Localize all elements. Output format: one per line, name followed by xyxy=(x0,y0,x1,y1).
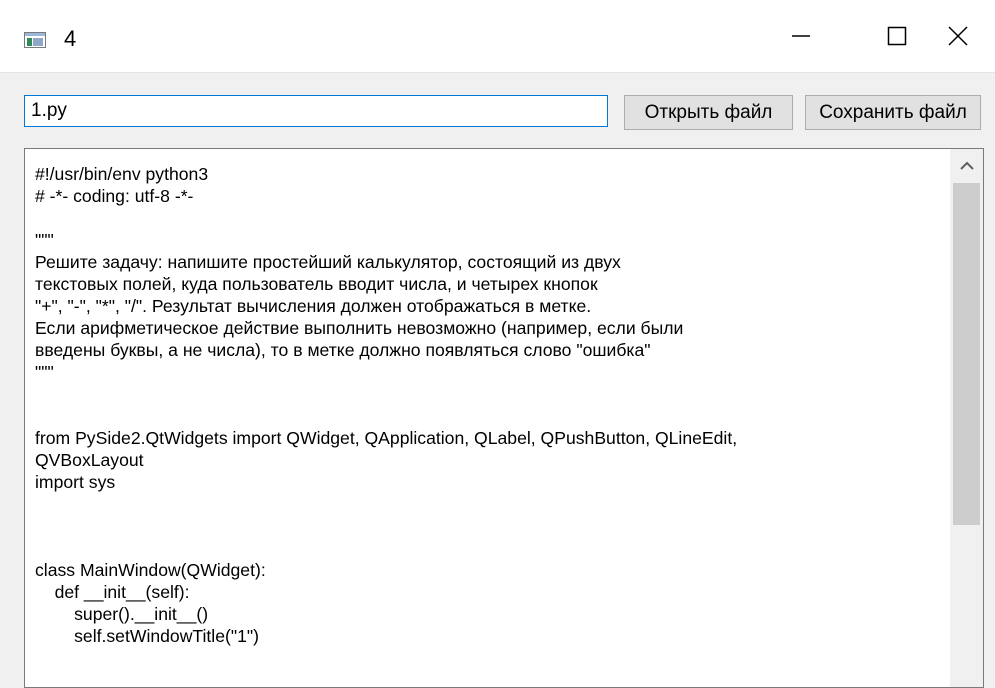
scrollbar-thumb[interactable] xyxy=(953,183,980,525)
code-line: self.setWindowTitle("1") xyxy=(35,626,259,646)
minimize-button[interactable] xyxy=(753,0,849,72)
code-line: #!/usr/bin/env python3 xyxy=(35,164,209,184)
open-file-button[interactable]: Открыть файл xyxy=(624,95,793,130)
code-line: def __init__(self): xyxy=(35,582,190,602)
code-line: Если арифметическое действие выполнить н… xyxy=(35,318,684,338)
code-line: from PySide2.QtWidgets import QWidget, Q… xyxy=(35,428,738,448)
code-editor[interactable]: #!/usr/bin/env python3 # -*- coding: utf… xyxy=(24,148,984,688)
code-line: # -*- coding: utf-8 -*- xyxy=(35,186,194,206)
code-line: import sys xyxy=(35,472,116,492)
window-title: 4 xyxy=(64,26,77,51)
close-button[interactable] xyxy=(921,0,995,72)
code-line: "+", "-", "*", "/". Результат вычисления… xyxy=(35,296,592,316)
filename-input[interactable] xyxy=(24,95,608,127)
app-window-icon xyxy=(24,32,46,48)
chevron-up-icon xyxy=(959,161,974,170)
editor-content[interactable]: #!/usr/bin/env python3 # -*- coding: utf… xyxy=(35,163,953,647)
code-line: """ xyxy=(35,230,54,250)
scroll-up-button[interactable] xyxy=(950,149,983,183)
close-icon xyxy=(948,26,968,46)
code-line: введены буквы, а не числа), то в метке д… xyxy=(35,340,651,360)
code-line: class MainWindow(QWidget): xyxy=(35,560,266,580)
code-line: QVBoxLayout xyxy=(35,450,144,470)
title-bar[interactable]: 4 xyxy=(0,0,995,73)
maximize-icon xyxy=(887,26,907,46)
vertical-scrollbar[interactable] xyxy=(950,149,983,687)
minimize-icon xyxy=(792,35,810,37)
code-line: Решите задачу: напишите простейший кальк… xyxy=(35,252,621,272)
save-file-button[interactable]: Сохранить файл xyxy=(805,95,981,130)
code-line: """ xyxy=(35,362,54,382)
code-line: текстовых полей, куда пользователь вводи… xyxy=(35,274,598,294)
code-line: super().__init__() xyxy=(35,604,209,624)
